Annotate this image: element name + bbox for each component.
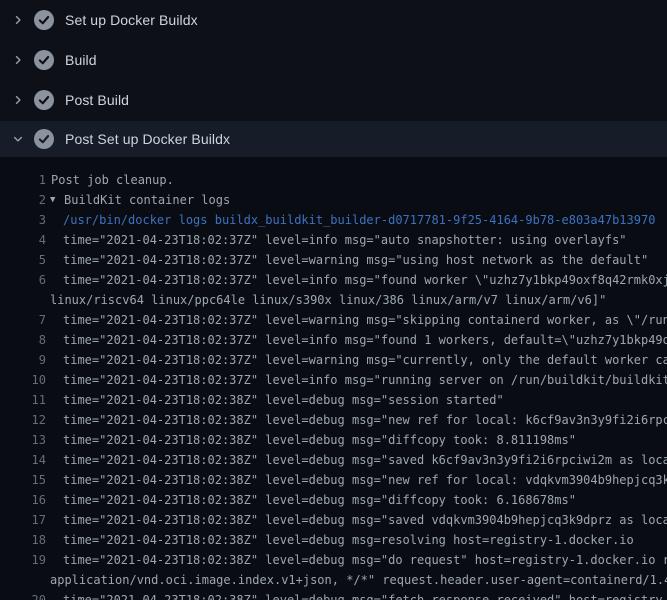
- log-line: 1 Post job cleanup.: [0, 170, 667, 190]
- check-circle-icon: [34, 90, 54, 110]
- log-line-number[interactable]: 1: [0, 170, 46, 190]
- log-line-number[interactable]: 19: [0, 550, 46, 570]
- step-title: Set up Docker Buildx: [65, 12, 198, 28]
- check-circle-icon: [34, 10, 54, 30]
- log-line: application/vnd.oci.image.index.v1+json,…: [0, 570, 667, 590]
- log-line: 16 time="2021-04-23T18:02:38Z" level=deb…: [0, 490, 667, 510]
- check-circle-icon: [34, 129, 54, 149]
- log-lines: 1 Post job cleanup. 2 ▼ BuildKit contain…: [0, 157, 667, 600]
- log-line-number[interactable]: 13: [0, 430, 46, 450]
- log-line-text: time="2021-04-23T18:02:37Z" level=info m…: [63, 370, 667, 390]
- log-line-number[interactable]: 3: [0, 210, 46, 230]
- step-row-post-setup-docker-buildx[interactable]: Post Set up Docker Buildx: [0, 121, 667, 157]
- log-line: 10 time="2021-04-23T18:02:37Z" level=inf…: [0, 370, 667, 390]
- log-line: 6 time="2021-04-23T18:02:37Z" level=info…: [0, 270, 667, 290]
- log-line-text: time="2021-04-23T18:02:37Z" level=warnin…: [63, 250, 648, 270]
- log-line: 20 time="2021-04-23T18:02:38Z" level=deb…: [0, 590, 667, 600]
- log-line: 13 time="2021-04-23T18:02:38Z" level=deb…: [0, 430, 667, 450]
- step-row-build[interactable]: Build: [0, 40, 667, 80]
- log-line-text: time="2021-04-23T18:02:38Z" level=debug …: [63, 590, 667, 600]
- steps-list: Set up Docker Buildx Build Post Build: [0, 0, 667, 157]
- log-line-text: BuildKit container logs: [64, 190, 230, 210]
- log-line-text: time="2021-04-23T18:02:38Z" level=debug …: [63, 550, 667, 570]
- log-line-number[interactable]: 17: [0, 510, 46, 530]
- log-line-text: /usr/bin/docker logs buildx_buildkit_bui…: [63, 210, 655, 230]
- log-line-text: Post job cleanup.: [51, 170, 174, 190]
- log-line-number[interactable]: 10: [0, 370, 46, 390]
- step-row-setup-docker-buildx[interactable]: Set up Docker Buildx: [0, 0, 667, 40]
- step-row-post-build[interactable]: Post Build: [0, 80, 667, 120]
- actions-log-viewer: Set up Docker Buildx Build Post Build: [0, 0, 667, 600]
- log-line-text: time="2021-04-23T18:02:37Z" level=info m…: [63, 330, 667, 350]
- log-line-text: time="2021-04-23T18:02:38Z" level=debug …: [63, 510, 667, 530]
- log-line: 17 time="2021-04-23T18:02:38Z" level=deb…: [0, 510, 667, 530]
- log-line-text: time="2021-04-23T18:02:37Z" level=info m…: [63, 270, 667, 290]
- log-line-text: time="2021-04-23T18:02:38Z" level=debug …: [63, 450, 667, 470]
- log-line: 14 time="2021-04-23T18:02:38Z" level=deb…: [0, 450, 667, 470]
- log-line: 12 time="2021-04-23T18:02:38Z" level=deb…: [0, 410, 667, 430]
- log-line-number[interactable]: 4: [0, 230, 46, 250]
- log-line: 9 time="2021-04-23T18:02:37Z" level=warn…: [0, 350, 667, 370]
- check-circle-icon: [34, 50, 54, 70]
- chevron-right-icon: [11, 53, 25, 67]
- log-line-text: time="2021-04-23T18:02:37Z" level=warnin…: [63, 310, 667, 330]
- chevron-down-icon: [11, 132, 25, 146]
- log-line-number[interactable]: 7: [0, 310, 46, 330]
- chevron-right-icon: [11, 93, 25, 107]
- log-line-text: time="2021-04-23T18:02:38Z" level=debug …: [63, 390, 504, 410]
- step-title: Build: [65, 52, 97, 68]
- log-line-number[interactable]: 16: [0, 490, 46, 510]
- log-line-text: time="2021-04-23T18:02:37Z" level=warnin…: [63, 350, 667, 370]
- log-line-text: time="2021-04-23T18:02:38Z" level=debug …: [63, 470, 667, 490]
- log-line-number[interactable]: [0, 570, 46, 590]
- log-line: 3 /usr/bin/docker logs buildx_buildkit_b…: [0, 210, 667, 230]
- log-line-text: linux/riscv64 linux/ppc64le linux/s390x …: [50, 290, 606, 310]
- log-line-number[interactable]: 14: [0, 450, 46, 470]
- log-line-number[interactable]: 20: [0, 590, 46, 600]
- log-line: linux/riscv64 linux/ppc64le linux/s390x …: [0, 290, 667, 310]
- log-line-number[interactable]: [0, 290, 46, 310]
- log-line-number[interactable]: 6: [0, 270, 46, 290]
- log-line: 7 time="2021-04-23T18:02:37Z" level=warn…: [0, 310, 667, 330]
- log-line: 8 time="2021-04-23T18:02:37Z" level=info…: [0, 330, 667, 350]
- log-line-number[interactable]: 12: [0, 410, 46, 430]
- log-line: 2 ▼ BuildKit container logs: [0, 190, 667, 210]
- log-line: 18 time="2021-04-23T18:02:38Z" level=deb…: [0, 530, 667, 550]
- group-toggle-icon[interactable]: ▼: [50, 190, 62, 210]
- step-title: Post Set up Docker Buildx: [65, 131, 230, 147]
- log-line-text: time="2021-04-23T18:02:38Z" level=debug …: [63, 490, 576, 510]
- log-line-number[interactable]: 2: [0, 190, 46, 210]
- log-line-number[interactable]: 15: [0, 470, 46, 490]
- log-line: 5 time="2021-04-23T18:02:37Z" level=warn…: [0, 250, 667, 270]
- log-line-text: time="2021-04-23T18:02:38Z" level=debug …: [63, 530, 634, 550]
- log-line: 11 time="2021-04-23T18:02:38Z" level=deb…: [0, 390, 667, 410]
- log-line-number[interactable]: 18: [0, 530, 46, 550]
- log-line-number[interactable]: 9: [0, 350, 46, 370]
- log-line-number[interactable]: 5: [0, 250, 46, 270]
- log-line-text: time="2021-04-23T18:02:38Z" level=debug …: [63, 430, 576, 450]
- log-line: 19 time="2021-04-23T18:02:38Z" level=deb…: [0, 550, 667, 570]
- step-title: Post Build: [65, 92, 129, 108]
- log-line-text: time="2021-04-23T18:02:38Z" level=debug …: [63, 410, 667, 430]
- chevron-right-icon: [11, 13, 25, 27]
- log-line-text: time="2021-04-23T18:02:37Z" level=info m…: [63, 230, 627, 250]
- log-line: 15 time="2021-04-23T18:02:38Z" level=deb…: [0, 470, 667, 490]
- log-line-text: application/vnd.oci.image.index.v1+json,…: [50, 570, 667, 590]
- log-line-number[interactable]: 11: [0, 390, 46, 410]
- log-line: 4 time="2021-04-23T18:02:37Z" level=info…: [0, 230, 667, 250]
- log-line-number[interactable]: 8: [0, 330, 46, 350]
